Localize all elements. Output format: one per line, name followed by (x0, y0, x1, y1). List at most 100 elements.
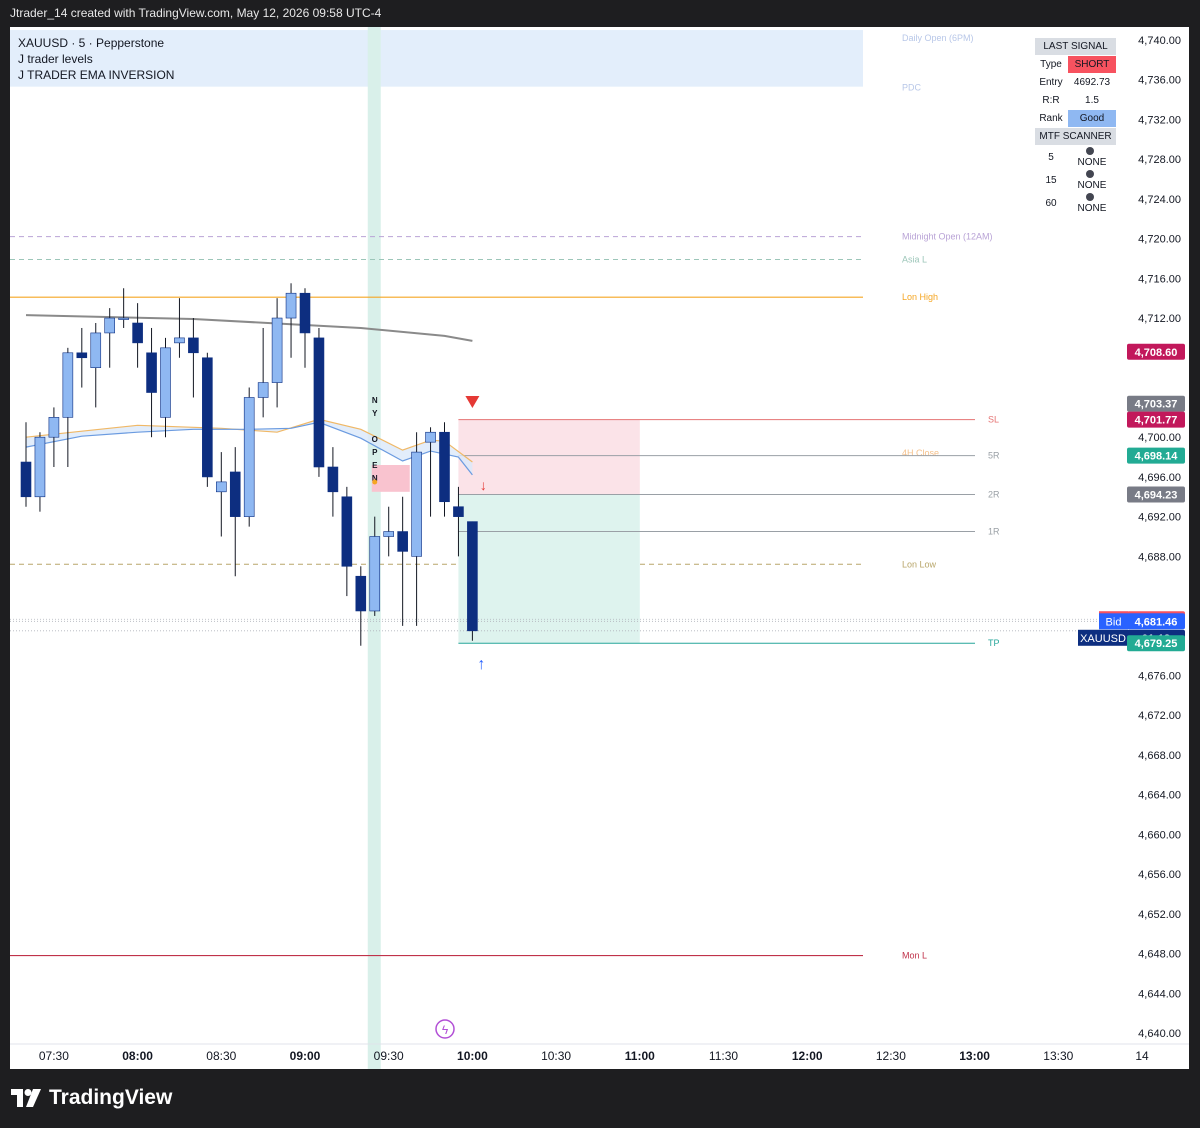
scanner-tf: 15 (1034, 168, 1068, 192)
candle-body (453, 506, 464, 517)
y-tick-label: 4,656.00 (1138, 869, 1181, 881)
scanner-status: NONE (1067, 191, 1117, 215)
candle-body (202, 357, 213, 478)
status-dot-icon (1085, 147, 1094, 155)
row-rr-label: R:R (1034, 91, 1068, 110)
candle-body (411, 451, 422, 557)
trade-label: 2R (988, 489, 1000, 499)
level-label: 4H Close (902, 448, 939, 458)
candle-body (132, 322, 143, 344)
trade-label: SL (988, 415, 999, 425)
signal-table: LAST SIGNAL Type SHORT Entry 4692.73 R:R… (1034, 37, 1117, 215)
level-label: Daily Open (6PM) (902, 33, 974, 43)
x-tick-label: 10:00 (457, 1049, 488, 1063)
y-tick-label: 4,688.00 (1138, 551, 1181, 563)
x-tick-label: 11:30 (709, 1049, 738, 1063)
level-label: Mon L (902, 951, 927, 961)
scanner-tf: 60 (1034, 191, 1068, 215)
candle-body (20, 461, 32, 498)
candle-body (313, 337, 325, 468)
price-label-value: 4,681.46 (1135, 616, 1178, 628)
price-label-value: 4,679.25 (1135, 638, 1178, 650)
candle-body (104, 317, 115, 334)
candle-body (174, 337, 185, 344)
price-label-value: 4,708.60 (1135, 347, 1178, 359)
tradingview-logo[interactable]: TradingView (11, 1086, 172, 1110)
candle-body (160, 347, 171, 418)
y-tick-label: 4,672.00 (1138, 710, 1181, 722)
row-rank-label: Rank (1034, 109, 1068, 128)
candle-body (369, 536, 381, 612)
candle-body (327, 466, 339, 493)
chart-legend: XAUUSD · 5 · Pepperstone J trader levels… (18, 35, 174, 83)
x-tick-label: 10:30 (541, 1049, 571, 1063)
session-label-char: O (372, 435, 378, 444)
row-rr-value: 1.5 (1067, 91, 1117, 110)
y-tick-label: 4,736.00 (1138, 75, 1181, 87)
session-label-char: N (372, 396, 378, 405)
brand-name: TradingView (49, 1086, 173, 1109)
level-label: Lon High (902, 292, 938, 302)
row-type-value: SHORT (1067, 55, 1117, 74)
x-tick-label: 07:30 (39, 1049, 69, 1063)
candle-body (257, 382, 269, 398)
x-tick-label: 08:00 (122, 1049, 153, 1063)
tradingview-icon (11, 1089, 41, 1107)
y-tick-label: 4,696.00 (1138, 472, 1181, 484)
candlestick-chart[interactable]: Daily Open (6PM) PDC Midnight Open (12AM) A… (10, 27, 1189, 1069)
candle-body (467, 521, 478, 632)
indicator-ema-inversion[interactable]: J TRADER EMA INVERSION (18, 67, 174, 83)
y-tick-label: 4,668.00 (1138, 750, 1181, 762)
candle-body (76, 352, 88, 359)
candle-body (383, 531, 395, 537)
y-tick-label: 4,652.00 (1138, 909, 1181, 921)
price-label-value: 4,701.77 (1135, 415, 1178, 427)
x-tick-label: 13:00 (959, 1049, 990, 1063)
x-tick-label: 12:00 (792, 1049, 823, 1063)
session-label-char: E (372, 461, 378, 470)
trade-label: 1R (988, 527, 1000, 537)
y-tick-label: 4,660.00 (1138, 829, 1181, 841)
x-tick-label: 14 (1135, 1049, 1149, 1063)
scanner-tf: 5 (1034, 145, 1068, 169)
mtf-scanner-title: MTF SCANNER (1034, 127, 1117, 146)
status-dot-icon (1085, 170, 1094, 178)
trade-label: 5R (988, 451, 1000, 461)
y-tick-label: 4,712.00 (1138, 313, 1181, 325)
candle-body (271, 317, 283, 383)
chart-frame[interactable]: Daily Open (6PM) PDC Midnight Open (12AM) A… (10, 27, 1189, 1069)
candle-body (439, 431, 450, 503)
y-tick-label: 4,640.00 (1138, 1028, 1181, 1040)
y-tick-label: 4,692.00 (1138, 512, 1181, 524)
session-label-char: P (372, 448, 378, 457)
sell-signal-triangle-icon (465, 396, 480, 408)
level-label: Midnight Open (12AM) (902, 232, 993, 242)
level-label: Lon Low (902, 559, 937, 569)
candle-body (285, 292, 297, 319)
chart-header: Jtrader_14 created with TradingView.com,… (10, 6, 382, 20)
target-arrow-icon: ↑ (477, 656, 485, 673)
y-tick-label: 4,740.00 (1138, 35, 1181, 47)
y-tick-label: 4,724.00 (1138, 194, 1181, 206)
candle-body (34, 436, 46, 498)
scanner-status: NONE (1067, 145, 1117, 169)
symbol-line[interactable]: XAUUSD · 5 · Pepperstone (18, 35, 174, 51)
candle-body (146, 352, 157, 393)
candle-body (62, 352, 74, 418)
y-tick-label: 4,720.00 (1138, 234, 1181, 246)
sell-arrow-icon: ↓ (480, 477, 487, 493)
x-tick-label: 09:30 (374, 1049, 404, 1063)
alert-bolt-icon: ϟ (442, 1023, 449, 1037)
level-label: Asia L (902, 254, 927, 264)
last-signal-title: LAST SIGNAL (1034, 37, 1117, 56)
candle-body (341, 496, 353, 567)
candle-body (188, 337, 199, 354)
y-tick-label: 4,728.00 (1138, 154, 1181, 166)
indicator-levels[interactable]: J trader levels (18, 51, 174, 67)
price-label-value: 4,698.14 (1135, 451, 1179, 463)
candle-body (425, 431, 436, 443)
x-tick-label: 08:30 (206, 1049, 236, 1063)
trade-label: TP (988, 638, 1000, 648)
candle-body (397, 531, 408, 552)
session-label-char: Y (372, 409, 378, 418)
